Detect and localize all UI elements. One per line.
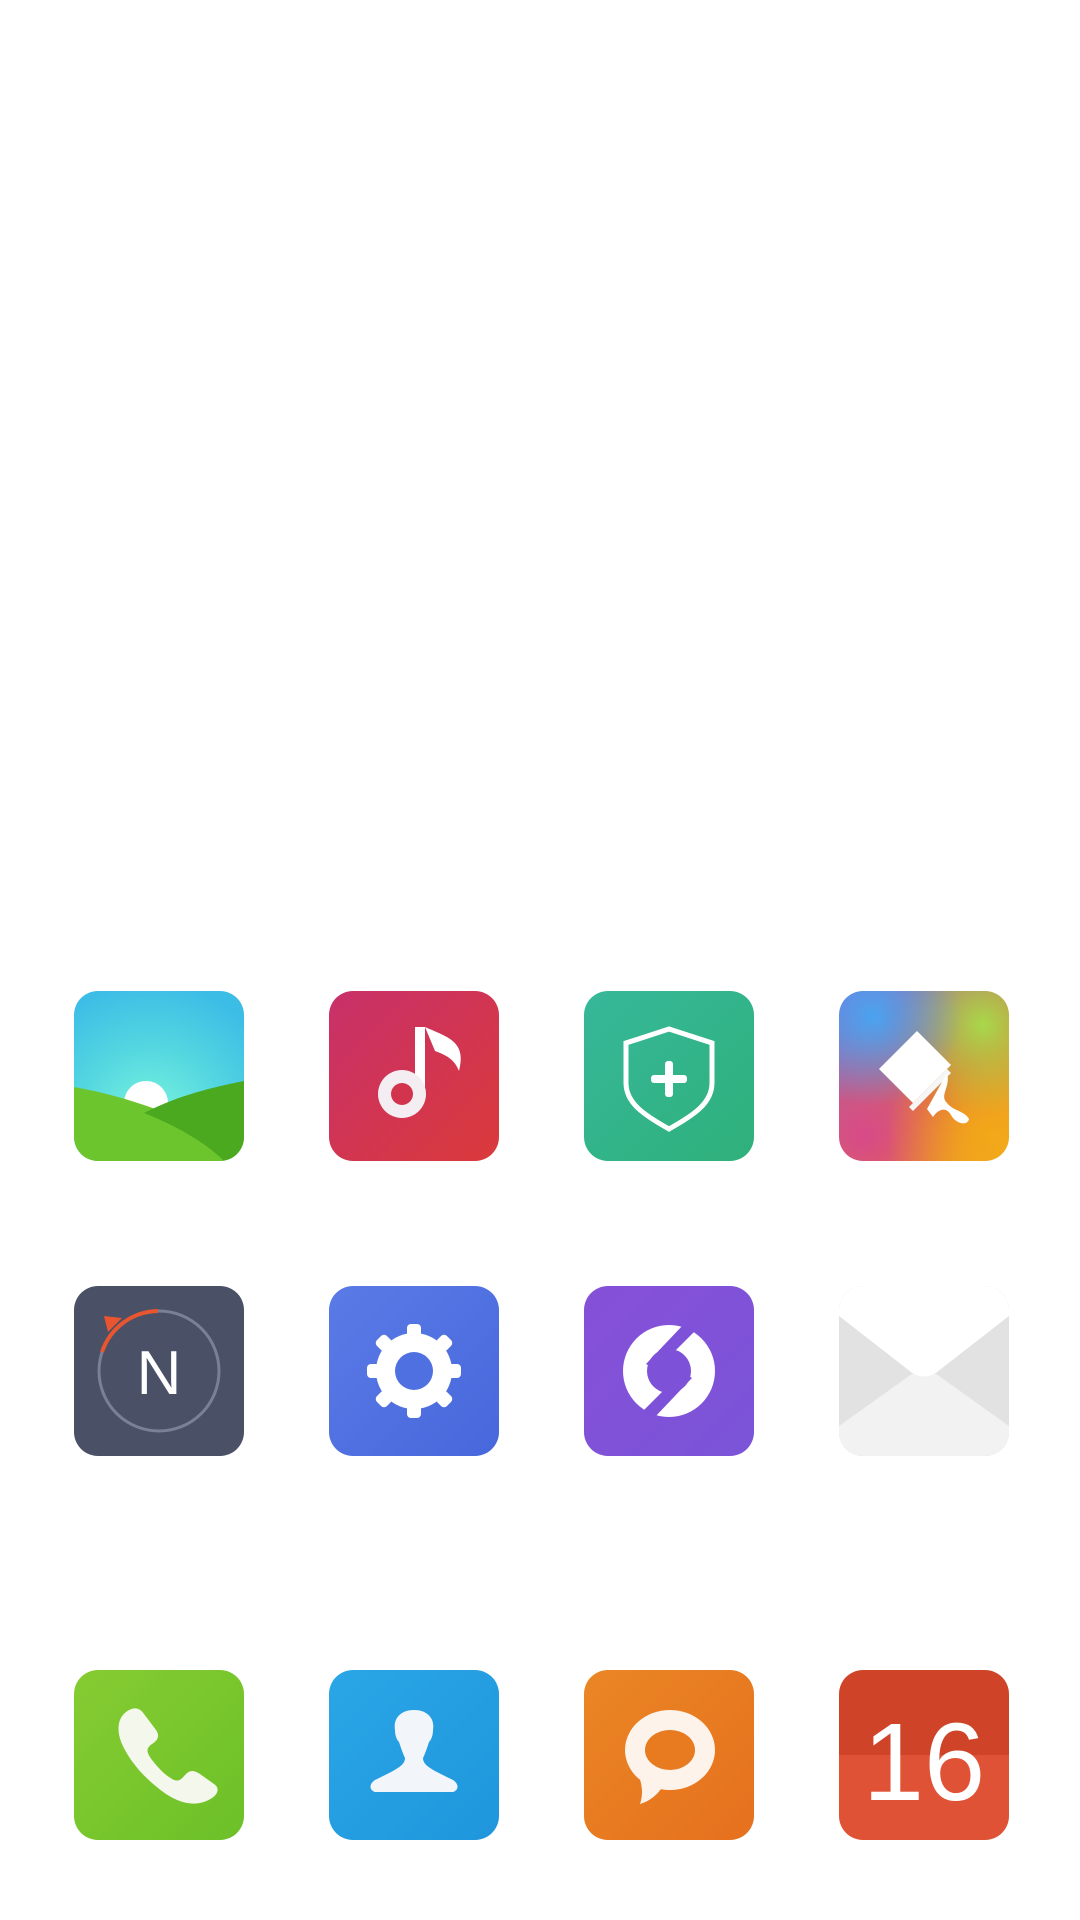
phone-handset-icon bbox=[118, 1708, 218, 1804]
email-app-icon[interactable] bbox=[839, 1286, 1009, 1456]
music-app-icon[interactable] bbox=[329, 991, 499, 1161]
settings-app-icon[interactable] bbox=[329, 1286, 499, 1456]
shield-plus-icon bbox=[623, 1026, 715, 1132]
envelope-icon bbox=[839, 1286, 1009, 1456]
home-screen: N 16 bbox=[0, 0, 1080, 1920]
person-silhouette-icon bbox=[370, 1710, 458, 1792]
landscape-icon bbox=[74, 991, 244, 1161]
compass-app-icon[interactable]: N bbox=[74, 1286, 244, 1456]
music-note-icon bbox=[378, 1027, 461, 1118]
security-app-icon[interactable] bbox=[584, 991, 754, 1161]
compass-icon: N bbox=[97, 1309, 221, 1433]
speech-bubble-icon bbox=[625, 1710, 715, 1804]
calendar-app-icon[interactable]: 16 bbox=[839, 1670, 1009, 1840]
gallery-app-icon[interactable] bbox=[74, 991, 244, 1161]
calendar-icon: 16 bbox=[863, 1701, 985, 1824]
messaging-app-icon[interactable] bbox=[584, 1670, 754, 1840]
compass-north-glyph: N bbox=[137, 1339, 182, 1408]
contacts-app-icon[interactable] bbox=[329, 1670, 499, 1840]
themes-app-icon[interactable] bbox=[839, 991, 1009, 1161]
calendar-date: 16 bbox=[863, 1701, 985, 1824]
gear-icon bbox=[367, 1324, 461, 1418]
paint-brush-icon bbox=[879, 1031, 969, 1124]
sync-app-icon[interactable] bbox=[584, 1286, 754, 1456]
phone-app-icon[interactable] bbox=[74, 1670, 244, 1840]
sync-icon bbox=[623, 1324, 715, 1418]
